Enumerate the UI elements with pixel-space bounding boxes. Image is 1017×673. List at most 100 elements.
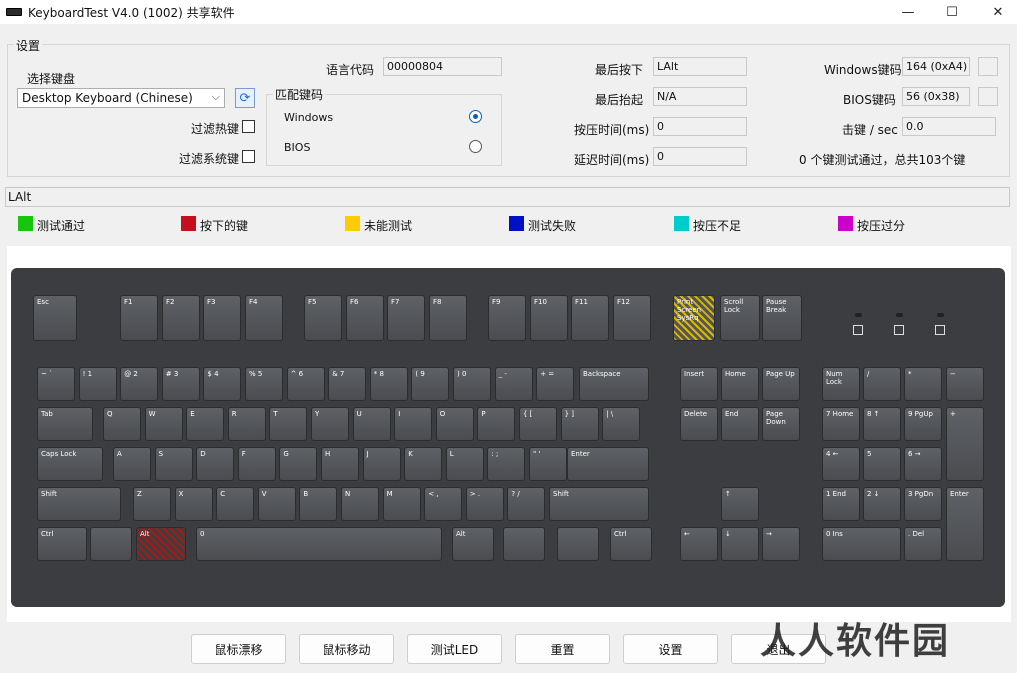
key-space: 0 bbox=[196, 527, 442, 561]
refresh-icon[interactable]: ⟳ bbox=[235, 88, 255, 108]
key-right-ctrl: Ctrl bbox=[610, 527, 652, 561]
radio-windows-label: Windows bbox=[284, 111, 334, 124]
language-code-field: 00000804 bbox=[383, 57, 502, 76]
key-numpad-8: 8 ↑ bbox=[863, 407, 901, 441]
key-letter: P bbox=[477, 407, 516, 441]
legend-swatch bbox=[345, 216, 360, 231]
key-letter: Q bbox=[103, 407, 141, 441]
bios-keycode-indicator bbox=[978, 87, 998, 106]
select-keyboard-label: 选择键盘 bbox=[27, 72, 76, 86]
key-f4: F4 bbox=[245, 295, 283, 341]
key-f2: F2 bbox=[162, 295, 200, 341]
led-indicator bbox=[855, 313, 862, 317]
key-number-row: # 3 bbox=[161, 367, 200, 401]
key-arrow-up: ↑ bbox=[721, 487, 759, 521]
key-left-shift: Shift bbox=[37, 487, 121, 521]
key-letter: G bbox=[279, 447, 318, 481]
keys-per-sec-field: 0.0 bbox=[902, 117, 996, 136]
key-letter: W bbox=[144, 407, 183, 441]
key-numpad-minus: − bbox=[946, 367, 984, 401]
key-letter: J bbox=[362, 447, 401, 481]
key-delete: Delete bbox=[680, 407, 718, 441]
last-released-field: N/A bbox=[653, 87, 747, 106]
key-letter: M bbox=[382, 487, 421, 521]
key-numpad-9: 9 PgUp bbox=[904, 407, 942, 441]
key-letter: : ; bbox=[487, 447, 526, 481]
key-right-alt: Alt bbox=[452, 527, 494, 561]
key-letter: Z bbox=[133, 487, 171, 521]
key-number-row: @ 2 bbox=[120, 367, 159, 401]
key-letter: R bbox=[227, 407, 266, 441]
key-numpad-enter: Enter bbox=[946, 487, 984, 561]
key-numpad-dot: . Del bbox=[904, 527, 942, 561]
key-scroll-lock: Scroll Lock bbox=[720, 295, 760, 341]
filter-hotkeys-checkbox[interactable] bbox=[242, 120, 255, 133]
close-button[interactable]: ✕ bbox=[975, 0, 1017, 24]
windows-keycode-field: 164 (0xA4) bbox=[902, 57, 970, 76]
key-f1: F1 bbox=[120, 295, 158, 341]
reset-button[interactable]: 重置 bbox=[515, 634, 610, 664]
window-title: KeyboardTest V4.0 (1002) 共享软件 bbox=[28, 5, 235, 20]
key-f6: F6 bbox=[346, 295, 384, 341]
key-number-row: & 7 bbox=[328, 367, 367, 401]
legend-swatch bbox=[674, 216, 689, 231]
settings-button[interactable]: 设置 bbox=[623, 634, 718, 664]
key-letter: C bbox=[216, 487, 255, 521]
keyboard-select[interactable]: Desktop Keyboard (Chinese) ⌵ bbox=[17, 88, 225, 108]
maximize-button[interactable]: ☐ bbox=[929, 0, 975, 24]
key-number-row: ) 0 bbox=[453, 367, 491, 401]
key-letter: I bbox=[394, 407, 433, 441]
key-number-row: % 5 bbox=[245, 367, 283, 401]
test-led-button[interactable]: 测试LED bbox=[407, 634, 502, 664]
key-letter: L bbox=[445, 447, 484, 481]
key-letter: F bbox=[237, 447, 276, 481]
legend-label: 测试失败 bbox=[528, 219, 577, 233]
key-enter: Enter bbox=[567, 447, 649, 481]
legend-label: 按压过分 bbox=[857, 219, 906, 233]
led-indicator bbox=[896, 313, 903, 317]
key-number-row: ^ 6 bbox=[286, 367, 325, 401]
keyboard-app-icon bbox=[6, 8, 22, 16]
key-letter: N bbox=[341, 487, 379, 521]
key-number-row: _ - bbox=[494, 367, 533, 401]
key-numpad-plus: + bbox=[946, 407, 984, 481]
key-letter: O bbox=[435, 407, 474, 441]
delay-time-label: 延迟时间(ms) bbox=[574, 153, 650, 167]
num-lock-led-icon bbox=[853, 325, 863, 335]
key-letter: | \ bbox=[602, 407, 641, 441]
key-f12: F12 bbox=[613, 295, 651, 341]
bios-keycode-field: 56 (0x38) bbox=[902, 87, 970, 106]
key-numpad-1: 1 End bbox=[822, 487, 860, 521]
filter-syskeys-label: 过滤系统键 bbox=[179, 152, 240, 166]
key-left-ctrl: Ctrl bbox=[37, 527, 87, 561]
test-summary: 0 个键测试通过，总共103个键 bbox=[799, 153, 966, 167]
key-home: Home bbox=[721, 367, 759, 401]
windows-icon bbox=[90, 527, 132, 561]
radio-bios[interactable] bbox=[469, 140, 482, 153]
key-f5: F5 bbox=[304, 295, 342, 341]
caps-lock-led-icon bbox=[894, 325, 904, 335]
legend-label: 按下的键 bbox=[200, 219, 249, 233]
key-print-screen: Print Screen SysRq bbox=[673, 295, 715, 341]
key-letter: K bbox=[404, 447, 443, 481]
key-page-up: Page Up bbox=[762, 367, 800, 401]
legend-swatch bbox=[181, 216, 196, 231]
filter-syskeys-checkbox[interactable] bbox=[242, 150, 255, 163]
mouse-move-button[interactable]: 鼠标移动 bbox=[299, 634, 394, 664]
key-numpad-star: * bbox=[904, 367, 942, 401]
key-numpad-slash: / bbox=[863, 367, 901, 401]
mouse-drift-button[interactable]: 鼠标漂移 bbox=[191, 634, 286, 664]
status-field: LAlt bbox=[5, 187, 1010, 207]
radio-bios-label: BIOS bbox=[284, 141, 311, 154]
legend-label: 测试通过 bbox=[37, 219, 86, 233]
key-number-row: ! 1 bbox=[78, 367, 117, 401]
minimize-button[interactable]: — bbox=[885, 0, 931, 24]
key-letter: T bbox=[269, 407, 308, 441]
windows-keycode-label: Windows键码 bbox=[824, 63, 902, 77]
key-letter: E bbox=[186, 407, 225, 441]
radio-windows[interactable] bbox=[469, 110, 482, 123]
legend-label: 按压不足 bbox=[693, 219, 742, 233]
key-numpad-6: 6 → bbox=[904, 447, 942, 481]
bios-keycode-label: BIOS键码 bbox=[843, 93, 896, 107]
key-letter: U bbox=[352, 407, 391, 441]
